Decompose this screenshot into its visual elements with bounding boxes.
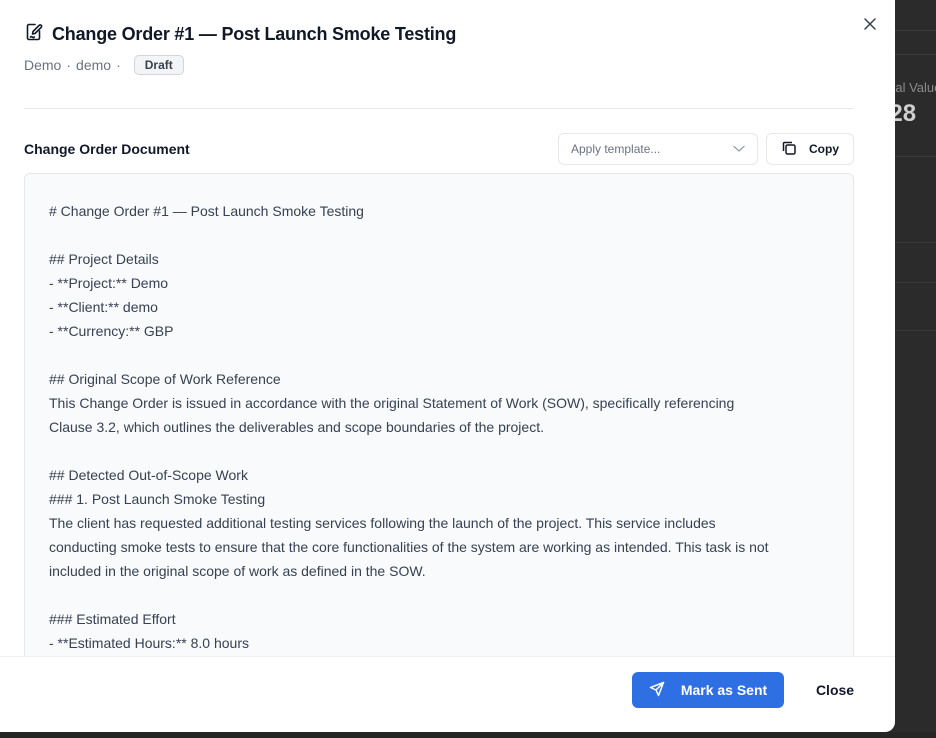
copy-icon — [781, 140, 797, 159]
background-strip — [0, 732, 936, 738]
document-line: - **Project:** Demo — [49, 275, 169, 291]
document-line: The client has requested additional test… — [49, 515, 716, 531]
modal-header: Change Order #1 — Post Launch Smoke Test… — [24, 22, 855, 75]
document-line: Clause 3.2, which outlines the deliverab… — [49, 419, 544, 435]
modal-subtitle: Demo · demo · Draft — [24, 55, 855, 75]
edit-document-icon — [24, 22, 44, 47]
footer-divider — [0, 656, 895, 657]
document-line: included in the original scope of work a… — [49, 563, 426, 579]
copy-button[interactable]: Copy — [766, 133, 854, 165]
close-button[interactable]: Close — [806, 672, 864, 708]
change-order-modal: Change Order #1 — Post Launch Smoke Test… — [0, 0, 895, 732]
header-divider — [24, 108, 854, 109]
modal-title: Change Order #1 — Post Launch Smoke Test… — [52, 24, 457, 44]
mark-as-sent-label: Mark as Sent — [680, 682, 768, 698]
document-line: - **Client:** demo — [49, 299, 158, 315]
document-textarea[interactable]: # Change Order #1 — Post Launch Smoke Te… — [24, 173, 854, 656]
chevron-down-icon — [733, 142, 745, 156]
status-badge: Draft — [133, 55, 184, 75]
document-content: # Change Order #1 — Post Launch Smoke Te… — [25, 174, 853, 655]
document-line: # Change Order #1 — Post Launch Smoke Te… — [49, 203, 364, 219]
document-label: Change Order Document — [24, 141, 190, 157]
document-line: ### Estimated Effort — [49, 611, 176, 627]
send-icon — [649, 681, 665, 700]
document-line: - **Currency:** GBP — [49, 323, 174, 339]
document-line: ## Project Details — [49, 251, 159, 267]
separator: · — [66, 57, 72, 73]
document-line: ## Original Scope of Work Reference — [49, 371, 281, 387]
template-placeholder: Apply template... — [571, 142, 661, 156]
document-line: ### 1. Post Launch Smoke Testing — [49, 491, 266, 507]
document-line: This Change Order is issued in accordanc… — [49, 395, 735, 411]
separator: · — [116, 57, 121, 73]
mark-as-sent-button[interactable]: Mark as Sent — [632, 672, 784, 708]
apply-template-select[interactable]: Apply template... — [558, 133, 758, 165]
document-line: ## Detected Out-of-Scope Work — [49, 467, 248, 483]
document-line: - **Estimated Hours:** 8.0 hours — [49, 635, 249, 651]
document-line: conducting smoke tests to ensure that th… — [49, 539, 769, 555]
client-name: demo — [76, 57, 112, 73]
copy-label: Copy — [809, 142, 839, 156]
close-icon[interactable] — [860, 14, 880, 34]
project-name: Demo — [24, 57, 62, 73]
